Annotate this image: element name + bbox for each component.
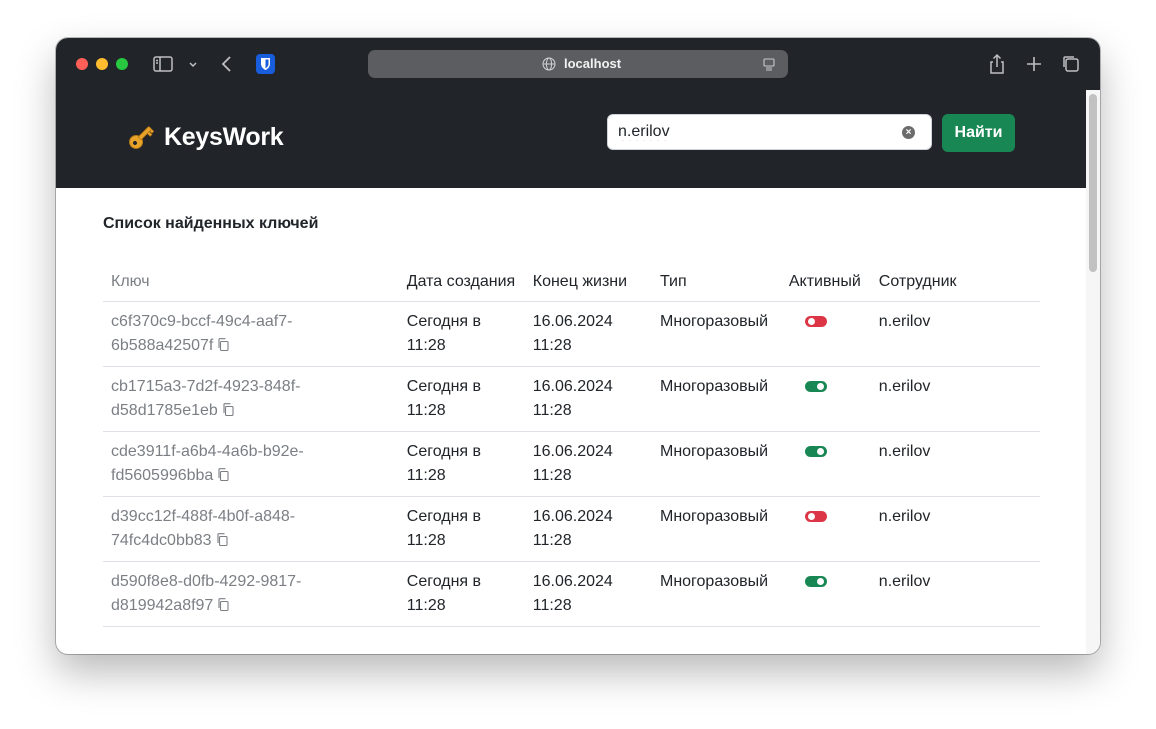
tab-overview-icon[interactable] [1060,53,1082,75]
key-value: cde3911f-a6b4-4a6b-b92e-fd5605996bba [111,443,304,484]
close-window-button[interactable] [76,58,88,70]
type-cell: Многоразовый [651,301,781,367]
address-url: localhost [564,56,622,71]
search-box: × [607,114,932,150]
copy-icon[interactable] [217,468,229,481]
keys-table-wrapper: Ключ Дата создания Конец жизни Тип Актив… [103,266,1040,627]
maximize-window-button[interactable] [116,58,128,70]
active-cell [780,561,871,627]
column-header-type: Тип [651,266,781,302]
type-cell: Многоразовый [651,496,781,562]
share-icon[interactable] [986,53,1008,75]
type-cell: Многоразовый [651,561,781,627]
active-toggle[interactable] [804,381,827,392]
key-cell: cb1715a3-7d2f-4923-848f-d58d1785e1eb [103,366,399,432]
key-cell: cde3911f-a6b4-4a6b-b92e-fd5605996bba [103,431,399,497]
type-cell: Многоразовый [651,366,781,432]
type-cell: Многоразовый [651,431,781,497]
expires-cell: 16.06.2024 11:28 [524,496,652,562]
keys-table: Ключ Дата создания Конец жизни Тип Актив… [103,266,1040,627]
column-header-expires: Конец жизни [524,266,652,302]
column-header-active: Активный [780,266,871,302]
key-value: d590f8e8-d0fb-4292-9817-d819942a8f97 [111,573,302,614]
table-header-row: Ключ Дата создания Конец жизни Тип Актив… [103,266,1040,302]
globe-icon [542,57,556,71]
employee-cell: n.erilov [870,431,1040,497]
key-value: d39cc12f-488f-4b0f-a848-74fc4dc0bb83 [111,508,296,549]
brand-logo[interactable]: KeysWork [126,120,284,154]
copy-icon[interactable] [217,338,229,351]
key-cell: c6f370c9-bccf-49c4-aaf7-6b588a42507f [103,301,399,367]
created-cell: Сегодня в 11:28 [398,496,525,562]
employee-cell: n.erilov [870,496,1040,562]
created-cell: Сегодня в 11:28 [398,431,525,497]
copy-icon[interactable] [222,403,234,416]
brand-name: KeysWork [164,122,284,151]
active-toggle[interactable] [804,446,827,457]
employee-cell: n.erilov [870,301,1040,367]
key-value: c6f370c9-bccf-49c4-aaf7-6b588a42507f [111,313,293,354]
search-button[interactable]: Найти [942,114,1015,152]
key-icon [129,126,155,149]
back-icon[interactable] [216,53,238,75]
active-toggle[interactable] [804,576,827,587]
key-cell: d590f8e8-d0fb-4292-9817-d819942a8f97 [103,561,399,627]
expires-cell: 16.06.2024 11:28 [524,561,652,627]
browser-window: localhost KeysWork n.erilov × Найти Спис… [56,38,1100,654]
chevron-down-icon[interactable] [182,53,197,75]
active-cell [780,301,871,367]
new-tab-icon[interactable] [1023,53,1045,75]
bitwarden-extension-icon[interactable] [256,54,275,74]
column-header-employee: Сотрудник [870,266,1040,302]
table-row: cde3911f-a6b4-4a6b-b92e-fd5605996bba Сег… [103,431,1040,497]
column-header-key: Ключ [103,266,399,302]
active-cell [780,431,871,497]
active-toggle[interactable] [804,511,827,522]
copy-icon[interactable] [216,533,228,546]
expires-cell: 16.06.2024 11:28 [524,301,652,367]
key-cell: d39cc12f-488f-4b0f-a848-74fc4dc0bb83 [103,496,399,562]
address-bar[interactable]: localhost [368,50,788,78]
expires-cell: 16.06.2024 11:28 [524,431,652,497]
table-row: d39cc12f-488f-4b0f-a848-74fc4dc0bb83 Сег… [103,496,1040,562]
sidebar-icon[interactable] [152,53,174,75]
scrollbar[interactable] [1086,90,1100,654]
scrollbar-thumb[interactable] [1089,94,1097,272]
employee-cell: n.erilov [870,366,1040,432]
created-cell: Сегодня в 11:28 [398,366,525,432]
table-row: cb1715a3-7d2f-4923-848f-d58d1785e1eb Сег… [103,366,1040,432]
minimize-window-button[interactable] [96,58,108,70]
table-row: c6f370c9-bccf-49c4-aaf7-6b588a42507f Сег… [103,301,1040,367]
search-input[interactable] [618,121,888,143]
created-cell: Сегодня в 11:28 [398,301,525,367]
key-value: cb1715a3-7d2f-4923-848f-d58d1785e1eb [111,378,301,419]
table-row: d590f8e8-d0fb-4292-9817-d819942a8f97 Сег… [103,561,1040,627]
expires-cell: 16.06.2024 11:28 [524,366,652,432]
column-header-created: Дата создания [398,266,525,302]
copy-icon[interactable] [217,598,229,611]
site-header: KeysWork × Найти [56,90,1086,188]
active-toggle[interactable] [804,316,827,327]
list-title: Список найденных ключей [103,215,319,232]
created-cell: Сегодня в 11:28 [398,561,525,627]
active-cell [780,366,871,432]
reader-icon[interactable] [762,57,776,71]
employee-cell: n.erilov [870,561,1040,627]
clear-search-icon[interactable]: × [902,126,915,139]
browser-toolbar: localhost [56,38,1100,90]
active-cell [780,496,871,562]
